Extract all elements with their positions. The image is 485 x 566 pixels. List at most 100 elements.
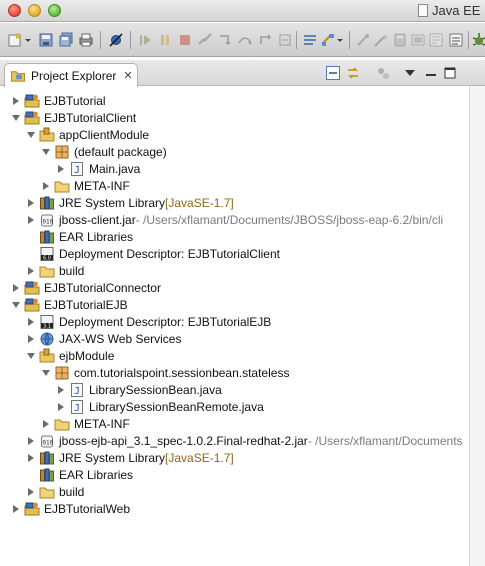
- step-return-icon[interactable]: [257, 32, 273, 48]
- collapsed-twisty-icon[interactable]: [25, 486, 37, 498]
- java-file-icon: J: [69, 399, 85, 415]
- collapsed-twisty-icon[interactable]: [25, 265, 37, 277]
- tree-row[interactable]: 3.1 Deployment Descriptor: EJBTutorialEJ…: [0, 313, 468, 330]
- disconnect-icon[interactable]: [197, 32, 213, 48]
- save-icon[interactable]: [38, 32, 54, 48]
- customize-view-icon[interactable]: [375, 65, 391, 81]
- tree-row[interactable]: J LibrarySessionBean.java: [0, 381, 468, 398]
- tree-row[interactable]: com.tutorialspoint.sessionbean.stateless: [0, 364, 468, 381]
- tree-item-label: com.tutorialspoint.sessionbean.stateless: [74, 365, 290, 380]
- terminate-icon[interactable]: [177, 32, 193, 48]
- collapsed-twisty-icon[interactable]: [25, 214, 37, 226]
- collapse-all-icon[interactable]: [325, 65, 341, 81]
- publish-icon[interactable]: [410, 32, 426, 48]
- link-with-editor-icon[interactable]: [345, 65, 361, 81]
- step-over-icon[interactable]: [237, 32, 253, 48]
- resume-icon[interactable]: [137, 32, 153, 48]
- tree-row[interactable]: JRE System Library [JavaSE-1.7]: [0, 449, 468, 466]
- close-view-icon[interactable]: ✕: [123, 69, 132, 82]
- tree-row[interactable]: EJBTutorialClient: [0, 109, 468, 126]
- collapsed-twisty-icon[interactable]: [55, 384, 67, 396]
- drop-to-frame-icon[interactable]: [277, 32, 293, 48]
- external-tools-icon[interactable]: [355, 32, 371, 48]
- server-icon[interactable]: [392, 32, 408, 48]
- minimize-view-icon[interactable]: [423, 65, 439, 81]
- zoom-window-button[interactable]: [48, 4, 61, 17]
- tree-row[interactable]: build: [0, 262, 468, 279]
- tree-vertical-scrollbar[interactable]: [469, 86, 485, 566]
- expanded-twisty-icon[interactable]: [10, 112, 22, 124]
- tree-row[interactable]: J Main.java: [0, 160, 468, 177]
- collapsed-twisty-icon[interactable]: [55, 163, 67, 175]
- expanded-twisty-icon[interactable]: [10, 299, 22, 311]
- tree-row[interactable]: EJBTutorialConnector: [0, 279, 468, 296]
- console-icon[interactable]: [428, 32, 444, 48]
- run-configurations-icon[interactable]: [320, 32, 336, 48]
- collapsed-twisty-icon[interactable]: [10, 282, 22, 294]
- jar-icon: 010: [39, 433, 55, 449]
- tree-row[interactable]: EAR Libraries: [0, 228, 468, 245]
- checklist-icon[interactable]: [448, 32, 464, 48]
- tree-row[interactable]: build: [0, 483, 468, 500]
- tree-row[interactable]: appClientModule: [0, 126, 468, 143]
- save-all-icon[interactable]: [58, 32, 74, 48]
- wand-icon[interactable]: [373, 32, 389, 48]
- collapsed-twisty-icon[interactable]: [25, 197, 37, 209]
- collapsed-twisty-icon[interactable]: [40, 180, 52, 192]
- expanded-twisty-icon[interactable]: [25, 129, 37, 141]
- print-icon[interactable]: [78, 32, 94, 48]
- debug-icon[interactable]: [471, 32, 485, 48]
- maximize-view-icon[interactable]: [442, 65, 458, 81]
- collapsed-twisty-icon[interactable]: [55, 401, 67, 413]
- tree-row[interactable]: JRE System Library [JavaSE-1.7]: [0, 194, 468, 211]
- tree-item-label: jboss-client.jar: [59, 212, 136, 227]
- tree-row[interactable]: META-INF: [0, 415, 468, 432]
- tree-row[interactable]: EJBTutorialEJB: [0, 296, 468, 313]
- use-step-filters-icon[interactable]: [302, 32, 318, 48]
- tree-row[interactable]: 010 jboss-client.jar - /Users/xflamant/D…: [0, 211, 468, 228]
- tree-row[interactable]: EAR Libraries: [0, 466, 468, 483]
- jar-icon: 010: [39, 212, 55, 228]
- minimize-window-button[interactable]: [28, 4, 41, 17]
- collapsed-twisty-icon[interactable]: [25, 316, 37, 328]
- collapsed-twisty-icon[interactable]: [40, 418, 52, 430]
- new-wizard-icon[interactable]: [7, 32, 23, 48]
- step-into-icon[interactable]: [217, 32, 233, 48]
- tree-row[interactable]: ejbModule: [0, 347, 468, 364]
- tab-project-explorer[interactable]: Project Explorer ✕: [4, 63, 138, 87]
- expanded-twisty-icon[interactable]: [40, 146, 52, 158]
- collapsed-twisty-icon[interactable]: [25, 452, 37, 464]
- view-menu-icon[interactable]: [402, 65, 418, 81]
- java-file-icon: J: [69, 382, 85, 398]
- tree-row[interactable]: 6.0 Deployment Descriptor: EJBTutorialCl…: [0, 245, 468, 262]
- tree-row[interactable]: 010 jboss-ejb-api_3.1_spec-1.0.2.Final-r…: [0, 432, 468, 449]
- run-dropdown-icon[interactable]: [336, 32, 344, 48]
- tree-item-label: LibrarySessionBean.java: [89, 382, 222, 397]
- tree-row[interactable]: EJBTutorialWeb: [0, 500, 468, 517]
- tree-row[interactable]: META-INF: [0, 177, 468, 194]
- tree-item-decoration: - /Users/xflamant/Documents/JBOSS/jboss-…: [135, 212, 444, 227]
- toolbar-separator: [468, 31, 469, 49]
- close-window-button[interactable]: [8, 4, 21, 17]
- skip-breakpoints-icon[interactable]: [108, 32, 124, 48]
- project-tree[interactable]: EJBTutorial EJBTutorialClient appClientM…: [0, 86, 468, 566]
- tree-row[interactable]: J LibrarySessionBeanRemote.java: [0, 398, 468, 415]
- tree-row[interactable]: JAX-WS Web Services: [0, 330, 468, 347]
- suspend-icon[interactable]: [157, 32, 173, 48]
- new-dropdown-icon[interactable]: [24, 32, 32, 48]
- collapsed-twisty-icon[interactable]: [10, 503, 22, 515]
- collapsed-twisty-icon[interactable]: [25, 333, 37, 345]
- expanded-twisty-icon[interactable]: [40, 367, 52, 379]
- collapsed-twisty-icon[interactable]: [10, 95, 22, 107]
- toolbar-separator: [296, 31, 297, 49]
- library-icon: [39, 450, 55, 466]
- toolbar-separator: [100, 31, 101, 49]
- tree-row[interactable]: EJBTutorial: [0, 92, 468, 109]
- descriptor-6-icon: 6.0: [39, 246, 55, 262]
- tree-item-label: EJBTutorialConnector: [44, 280, 161, 295]
- collapsed-twisty-icon[interactable]: [25, 435, 37, 447]
- tree-row[interactable]: (default package): [0, 143, 468, 160]
- java-file-icon: J: [69, 161, 85, 177]
- expanded-twisty-icon[interactable]: [25, 350, 37, 362]
